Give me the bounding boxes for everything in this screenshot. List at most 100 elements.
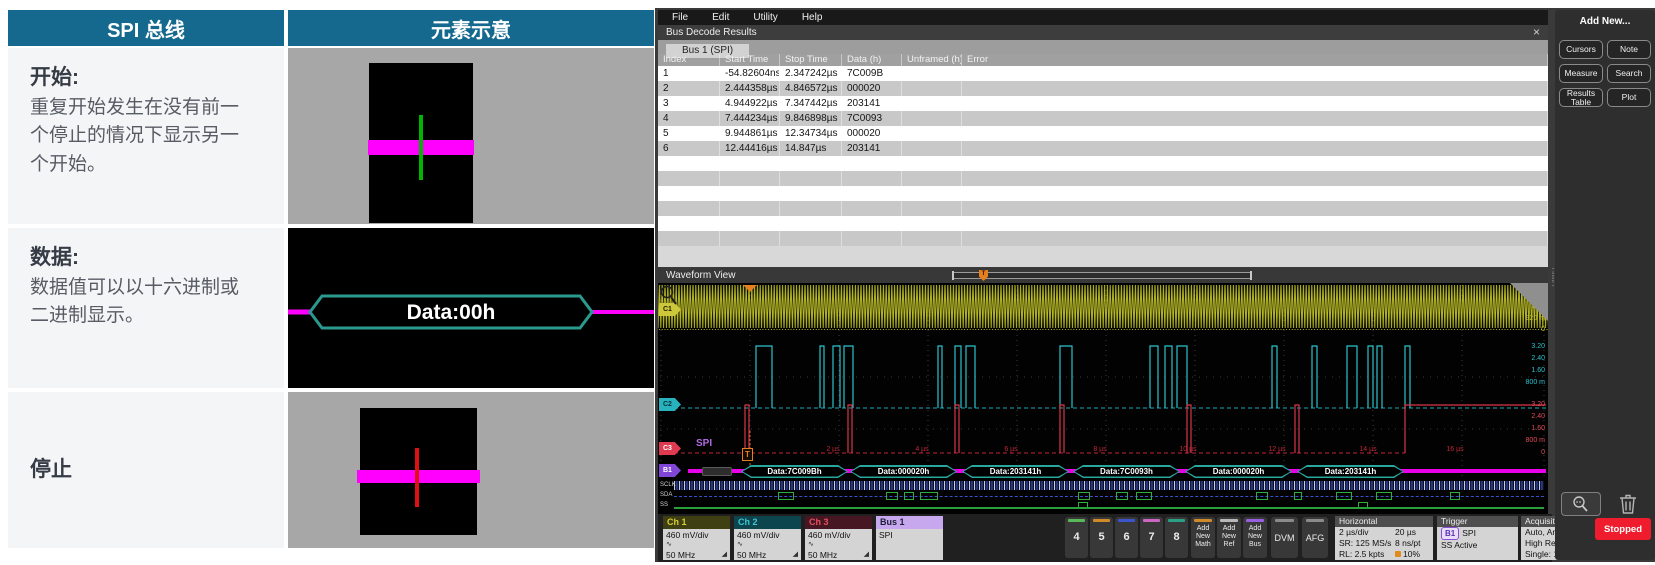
menu-file[interactable]: File: [672, 12, 688, 23]
col-index[interactable]: Index: [658, 54, 720, 66]
coupling-icon: ∿: [808, 540, 869, 550]
slot-button-4[interactable]: 4: [1065, 517, 1088, 558]
sda-pulse: [1078, 492, 1090, 500]
start-description: 重复开始发生在没有前一个停止的情况下显示另一个开始。: [30, 94, 246, 180]
sda-pulse: [1294, 492, 1302, 500]
close-icon[interactable]: ×: [1533, 25, 1540, 39]
zoom-mode-button[interactable]: [1561, 492, 1601, 516]
ch3-scale-label: 2.40: [1531, 413, 1545, 421]
afg-button[interactable]: AFG: [1302, 517, 1328, 558]
time-label: 16 µs: [1446, 446, 1463, 453]
sda-pulse: [1450, 492, 1460, 500]
results-table-header: Index Start Time Stop Time Data (h) Unfr…: [658, 54, 1548, 66]
add-new-panel: Add New... Cursors Note Measure Search R…: [1555, 10, 1655, 560]
ch2-bandwidth: 50 MHz: [737, 550, 766, 560]
start-symbol-image: [288, 48, 654, 224]
sda-pulse: [1376, 492, 1392, 500]
table-row[interactable]: 612.44416µs 14.847µs203141: [658, 141, 1548, 156]
sda-pulse: [920, 492, 938, 500]
expansion-point-icon: [1395, 551, 1401, 557]
header-element-label: 元素示意: [431, 14, 511, 43]
stopped-button[interactable]: Stopped: [1595, 518, 1651, 540]
start-marker-line: [419, 115, 423, 180]
trigger-flag[interactable]: T: [742, 448, 753, 461]
ch1-settings-card[interactable]: Ch 1 460 mV/div ∿ 50 MHz◢: [663, 516, 730, 560]
time-label: 6 µs: [1004, 446, 1017, 453]
search-button[interactable]: Search: [1607, 64, 1651, 83]
col-start-time[interactable]: Start Time: [720, 54, 780, 66]
pan-trigger-marker[interactable]: T: [979, 270, 988, 281]
sda-pulse: [1336, 492, 1352, 500]
table-row-empty: [658, 201, 1548, 216]
ss-digital-trace: [674, 507, 1544, 509]
slot-button-5[interactable]: 5: [1090, 517, 1113, 558]
add-new-ref-button[interactable]: Add New Ref: [1217, 517, 1241, 558]
table-row-empty: [658, 216, 1548, 231]
cursors-button[interactable]: Cursors: [1559, 40, 1603, 59]
ch1-scale-label: 0: [1541, 326, 1545, 334]
col-unframed-h[interactable]: Unframed (h): [902, 54, 962, 66]
ch3-scale-setting: 460 mV/div: [808, 530, 869, 540]
ch3-bandwidth: 50 MHz: [808, 550, 837, 560]
add-new-math-button[interactable]: Add New Math: [1191, 517, 1215, 558]
pan-zoom-overview-bar[interactable]: T: [952, 272, 1252, 279]
menu-utility[interactable]: Utility: [753, 12, 777, 23]
bandwidth-icon: ◢: [793, 550, 798, 560]
ch2-trace: [756, 346, 1410, 408]
results-table-button[interactable]: Results Table: [1559, 88, 1603, 107]
table-row[interactable]: 22.444358µs 4.846572µs000020: [658, 81, 1548, 96]
ss-label: SS: [660, 502, 668, 508]
table-row-empty: [658, 231, 1548, 246]
menu-help[interactable]: Help: [802, 12, 823, 23]
bus-decode-tabstrip: Bus 1 (SPI): [658, 40, 1548, 54]
zoom-fold-corner[interactable]: [1510, 283, 1548, 321]
ch2-settings-card[interactable]: Ch 2 460 mV/div ∿ 50 MHz◢: [734, 516, 801, 560]
table-row[interactable]: 59.944861µs 12.34734µs000020: [658, 126, 1548, 141]
ss-pulse: [1078, 502, 1088, 507]
trash-icon: [1618, 493, 1638, 515]
bus-decode-titlebar[interactable]: Bus Decode Results ×: [658, 25, 1548, 40]
table-row[interactable]: 47.444234µs 9.846898µs7C0093: [658, 111, 1548, 126]
time-label: 14 µs: [1359, 446, 1376, 453]
data-description: 数据值可以以十六进制或二进制显示。: [30, 274, 246, 331]
col-data-h[interactable]: Data (h): [842, 54, 902, 66]
trash-button[interactable]: [1613, 492, 1643, 516]
trigger-settings-card[interactable]: Trigger B1SPI SS Active: [1437, 516, 1518, 560]
menu-edit[interactable]: Edit: [712, 12, 729, 23]
coupling-icon: ∿: [737, 540, 798, 550]
measure-button[interactable]: Measure: [1559, 64, 1603, 83]
slot-button-6[interactable]: 6: [1115, 517, 1138, 558]
dvm-button[interactable]: DVM: [1271, 517, 1298, 558]
add-new-bus-button[interactable]: Add New Bus: [1243, 517, 1267, 558]
table-row[interactable]: 1-54.82604ns 2.347242µs7C009B: [658, 66, 1548, 81]
waveform-title: Waveform View: [666, 270, 735, 281]
plot-button[interactable]: Plot: [1607, 88, 1651, 107]
slot-button-8[interactable]: 8: [1165, 517, 1188, 558]
ch3-scale-label: 1.60: [1531, 425, 1545, 433]
bus-data-frame: Data:203141h: [1297, 465, 1404, 478]
sclk-label: SCLK: [660, 482, 676, 488]
horizontal-settings-card[interactable]: Horizontal 2 µs/div20 µs SR: 125 MS/s8 n…: [1335, 516, 1433, 560]
waveform-titlebar[interactable]: Waveform View T: [658, 268, 1548, 283]
time-label: 8 µs: [1093, 446, 1106, 453]
ch2-scale-label: 3.20: [1531, 343, 1545, 351]
ss-pulse: [1358, 502, 1368, 507]
col-error[interactable]: Error: [962, 54, 1548, 66]
start-title: 开始:: [30, 62, 284, 94]
waveform-view-panel: Waveform View T: [658, 268, 1548, 514]
panel-divider-handle[interactable]: ⋮⋮⋮: [1548, 270, 1554, 285]
menu-bar: File Edit Utility Help: [658, 10, 1548, 25]
col-stop-time[interactable]: Stop Time: [780, 54, 842, 66]
coupling-icon: ∿: [666, 540, 727, 550]
note-button[interactable]: Note: [1607, 40, 1651, 59]
stop-title: 停止: [30, 454, 284, 486]
bus1-type: SPI: [879, 530, 940, 540]
data-title: 数据:: [30, 242, 284, 274]
bus-name-label: SPI: [696, 438, 712, 449]
sda-pulse: [886, 492, 898, 500]
ch3-settings-card[interactable]: Ch 3 460 mV/div ∿ 50 MHz◢: [805, 516, 872, 560]
bus1-settings-card[interactable]: Bus 1 SPI: [876, 516, 943, 560]
table-row[interactable]: 34.944922µs 7.347442µs203141: [658, 96, 1548, 111]
row-stop-text: 停止: [8, 392, 284, 548]
slot-button-7[interactable]: 7: [1140, 517, 1163, 558]
